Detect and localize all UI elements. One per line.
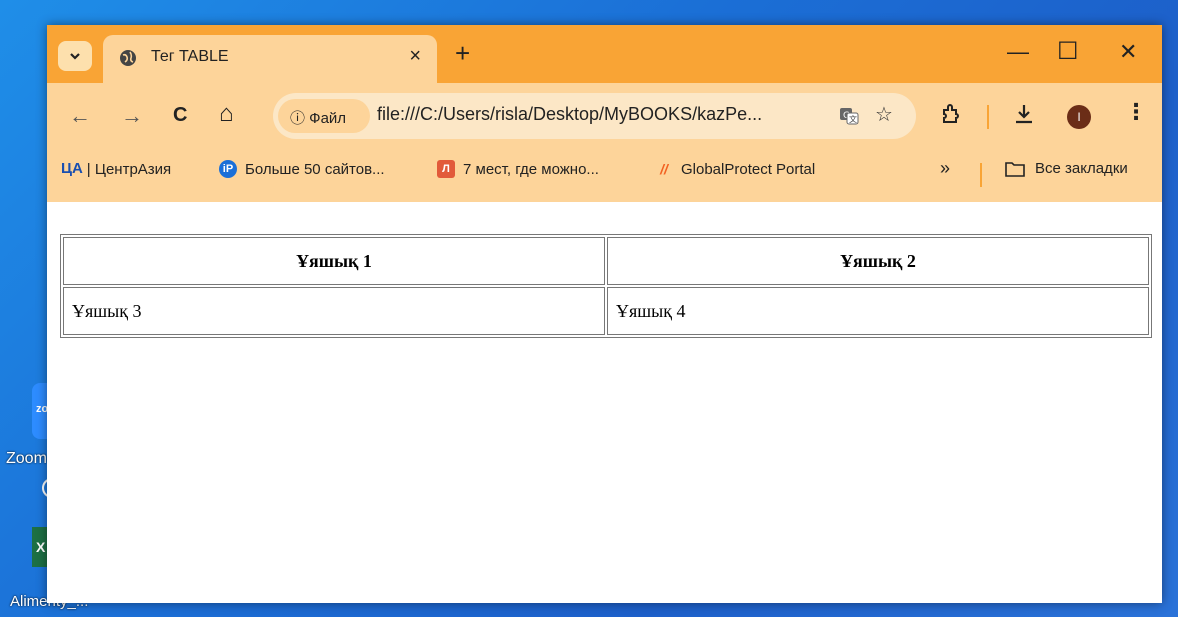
bookmark-item[interactable]: // GlobalProtect Portal [655,160,815,178]
back-button[interactable]: ← [69,103,91,129]
bookmark-item[interactable]: iP Больше 50 сайтов... [219,160,385,178]
chevron-down-icon [70,53,80,60]
folder-icon [1005,161,1025,177]
translate-icon[interactable]: G 文 [839,106,859,126]
active-tab[interactable]: Тег TABLE × [103,35,437,83]
table-header-row: Ұяшық 1 Ұяшық 2 [63,237,1149,285]
url-text[interactable]: file:///C:/Users/risla/Desktop/MyBOOKS/k… [377,104,762,125]
download-icon[interactable] [1013,103,1035,125]
navigation-toolbar: ← → C ⌂ ⓘ Файл file:///C:/Users/risla/De… [47,83,1162,149]
tab-search-button[interactable] [58,41,92,71]
ip-icon: iP [219,160,237,178]
address-bar[interactable]: ⓘ Файл file:///C:/Users/risla/Desktop/My… [273,93,916,139]
tab-title: Тег TABLE [151,48,229,65]
globe-icon [120,50,136,66]
maximize-button[interactable]: ☐ [1057,37,1079,66]
bookmark-item[interactable]: Л 7 мест, где можно... [437,160,599,178]
lifehacker-icon: Л [437,160,455,178]
globalprotect-icon: // [660,161,668,177]
bookmarks-overflow-button[interactable]: » [940,158,950,179]
html-table: Ұяшық 1 Ұяшық 2 Ұяшық 3 Ұяшық 4 [60,234,1152,338]
extensions-icon[interactable] [940,103,962,125]
browser-menu-button[interactable]: ⋮ [1125,99,1147,125]
bookmark-label: Больше 50 сайтов... [245,160,385,178]
page-content: Ұяшық 1 Ұяшық 2 Ұяшық 3 Ұяшық 4 [47,202,1162,603]
table-cell: Ұяшық 3 [63,287,605,335]
bookmarks-bar: ЦА | ЦентрАзия iP Больше 50 сайтов... Л … [47,149,1162,202]
site-info-chip[interactable]: ⓘ Файл [278,99,370,133]
table-row: Ұяшық 3 Ұяшық 4 [63,287,1149,335]
new-tab-button[interactable]: + [455,38,470,69]
zoom-label: Zoom [6,450,47,467]
excel-icon-text: X [36,539,46,555]
table-header-cell: Ұяшық 1 [63,237,605,285]
tab-close-button[interactable]: × [409,45,421,68]
forward-button[interactable]: → [121,103,143,129]
bookmarks-divider [980,163,982,187]
bookmark-item[interactable]: ЦА | ЦентрАзия [61,160,171,178]
centrasia-icon: ЦА [61,160,83,177]
svg-text:文: 文 [849,114,857,124]
title-bar: Тег TABLE × + — ☐ ✕ [47,25,1162,83]
close-window-button[interactable]: ✕ [1119,39,1137,65]
profile-avatar[interactable]: I [1067,105,1091,129]
all-bookmarks-label: Все закладки [1035,160,1128,177]
home-button[interactable]: ⌂ [219,100,234,128]
all-bookmarks-button[interactable]: Все закладки [1005,160,1128,177]
table-header-cell: Ұяшық 2 [607,237,1149,285]
toolbar-divider [987,105,989,129]
bookmark-label: | ЦентрАзия [86,160,172,178]
minimize-button[interactable]: — [1007,39,1029,65]
browser-window: Тег TABLE × + — ☐ ✕ ← → C ⌂ ⓘ Файл file:… [47,25,1162,603]
bookmark-star-button[interactable]: ☆ [875,102,893,127]
table-cell: Ұяшық 4 [607,287,1149,335]
bookmark-label: 7 мест, где можно... [463,160,599,178]
reload-button[interactable]: C [173,104,187,127]
bookmark-label: GlobalProtect Portal [681,160,816,178]
